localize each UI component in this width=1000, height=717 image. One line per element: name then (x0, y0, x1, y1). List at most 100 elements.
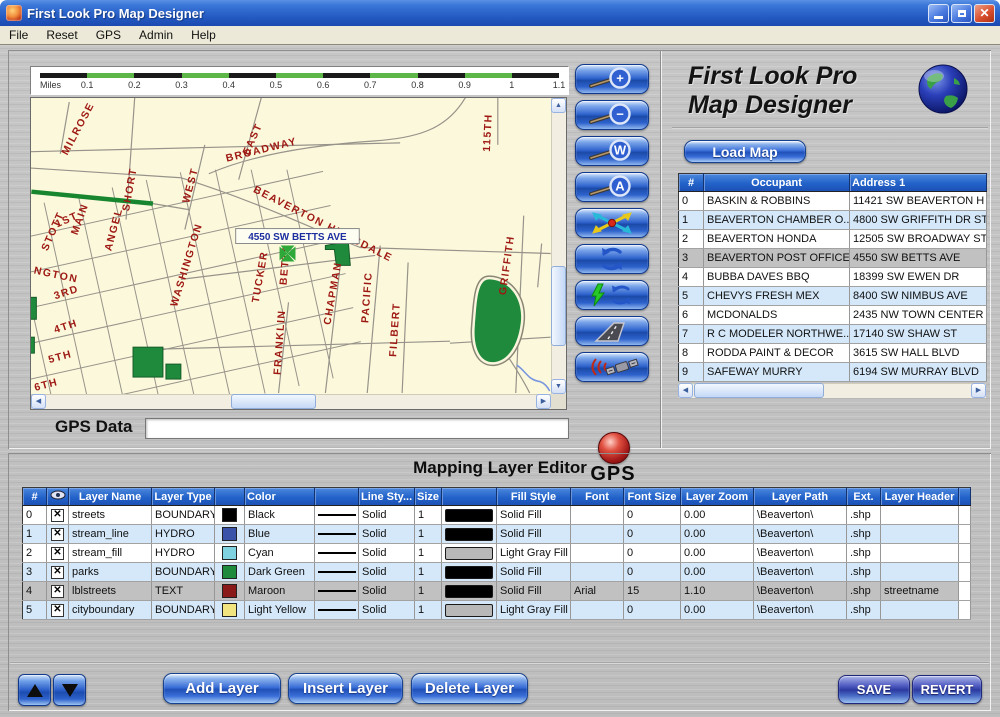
zoom-all-button[interactable]: A (575, 172, 649, 202)
scale-unit-label: Miles (40, 80, 61, 90)
layer-table-scroll-strip (959, 601, 971, 620)
pan-button[interactable] (575, 208, 649, 238)
hscroll-thumb[interactable] (231, 394, 316, 409)
occupant-address: 18399 SW EWEN DR (850, 268, 987, 287)
move-layer-up-button[interactable] (18, 674, 51, 706)
layer-visible-checkbox[interactable]: ✕ (47, 544, 69, 563)
layer-col-layer-path[interactable]: Layer Path (754, 488, 847, 506)
occupant-row[interactable]: 5CHEVYS FRESH MEX8400 SW NIMBUS AVE (679, 287, 987, 306)
zoom-out-button[interactable]: − (575, 100, 649, 130)
gps-data-input[interactable] (145, 418, 569, 439)
occupant-row[interactable]: 7R C MODELER NORTHWE...17140 SW SHAW ST (679, 325, 987, 344)
line-style-sample (318, 514, 356, 516)
layer-col-ext-[interactable]: Ext. (847, 488, 881, 506)
menu-item-gps[interactable]: GPS (87, 28, 130, 42)
layer-header (881, 525, 959, 544)
layer-col-line-sty-[interactable]: Line Sty... (359, 488, 415, 506)
occupant-row[interactable]: 3BEAVERTON POST OFFICE4550 SW BETTS AVE (679, 249, 987, 268)
zoom-in-button[interactable]: + (575, 64, 649, 94)
restore-button[interactable] (951, 4, 972, 23)
move-layer-down-button[interactable] (53, 674, 86, 706)
layer-visible-checkbox[interactable]: ✕ (47, 582, 69, 601)
layer-col-layer-name[interactable]: Layer Name (69, 488, 152, 506)
layer-col-visibility[interactable] (47, 488, 69, 506)
layer-col-layer-type[interactable]: Layer Type (152, 488, 215, 506)
layer-col-layer-header[interactable]: Layer Header (881, 488, 959, 506)
menu-item-help[interactable]: Help (182, 28, 225, 42)
layer-visible-checkbox[interactable]: ✕ (47, 563, 69, 582)
occupant-row[interactable]: 6MCDONALDS2435 NW TOWN CENTER (679, 306, 987, 325)
zoom-window-button[interactable]: W (575, 136, 649, 166)
layer-row[interactable]: 4✕lblstreetsTEXTMaroonSolid1Solid FillAr… (23, 582, 971, 601)
scroll-down-button[interactable]: ▼ (551, 379, 566, 394)
add-layer-button[interactable]: Add Layer (163, 673, 281, 704)
layer-visible-checkbox[interactable]: ✕ (47, 525, 69, 544)
layer-name: parks (69, 563, 152, 582)
close-button[interactable]: ✕ (974, 4, 995, 23)
layer-row[interactable]: 5✕cityboundaryBOUNDARYLight YellowSolid1… (23, 601, 971, 620)
fill-style-sample (445, 528, 493, 541)
occupant-row[interactable]: 8RODDA PAINT & DECOR3615 SW HALL BLVD (679, 344, 987, 363)
route-button[interactable] (575, 316, 649, 346)
layer-row[interactable]: 1✕stream_lineHYDROBlueSolid1Solid Fill00… (23, 525, 971, 544)
close-icon: ✕ (979, 7, 989, 19)
scale-tick-label: 0.6 (317, 80, 330, 90)
layer-col-font[interactable]: Font (571, 488, 624, 506)
layer-col-font-size[interactable]: Font Size (624, 488, 681, 506)
layer-col-swatch-9[interactable] (442, 488, 497, 506)
occupant-scroll-left[interactable]: ◀ (678, 383, 693, 398)
layer-row[interactable]: 3✕parksBOUNDARYDark GreenSolid1Solid Fil… (23, 563, 971, 582)
menu-item-admin[interactable]: Admin (130, 28, 182, 42)
auto-refresh-button[interactable] (575, 280, 649, 310)
occupant-row[interactable]: 2BEAVERTON HONDA12505 SW BROADWAY ST (679, 230, 987, 249)
scroll-left-button[interactable]: ◀ (31, 394, 46, 409)
layer-row[interactable]: 0✕streetsBOUNDARYBlackSolid1Solid Fill00… (23, 506, 971, 525)
layer-font-size: 15 (624, 582, 681, 601)
checkbox-checked-icon: ✕ (51, 528, 64, 541)
map-canvas[interactable]: MILROSESHORTEASTBROADWAY115THWESTBEAVERT… (31, 98, 551, 394)
scale-bar-segments (40, 73, 559, 78)
svg-text:−: − (616, 107, 624, 122)
layer-visible-checkbox[interactable]: ✕ (47, 601, 69, 620)
layer-col-swatch-6[interactable] (315, 488, 359, 506)
occupant-col-occupant[interactable]: Occupant (704, 174, 850, 192)
color-swatch (215, 544, 245, 563)
occupant-row[interactable]: 0BASKIN & ROBBINS11421 SW BEAVERTON H (679, 192, 987, 211)
occupant-row[interactable]: 9SAFEWAY MURRY6194 SW MURRAY BLVD (679, 363, 987, 382)
layer-col--[interactable]: # (23, 488, 47, 506)
delete-layer-button[interactable]: Delete Layer (411, 673, 528, 704)
scale-segment (276, 73, 323, 78)
line-style-sample (318, 571, 356, 573)
menu-item-reset[interactable]: Reset (37, 28, 86, 42)
line-style: Solid (359, 582, 415, 601)
occupant-row[interactable]: 4BUBBA DAVES BBQ18399 SW EWEN DR (679, 268, 987, 287)
occupant-scroll-right[interactable]: ▶ (971, 383, 986, 398)
layer-col-layer-zoom[interactable]: Layer Zoom (681, 488, 754, 506)
menu-item-file[interactable]: File (0, 28, 37, 42)
scroll-up-button[interactable]: ▲ (551, 98, 566, 113)
scale-tick-label: 0.3 (175, 80, 188, 90)
occupant-col-num[interactable]: # (679, 174, 704, 192)
checkbox-checked-icon: ✕ (51, 566, 64, 579)
occupant-row[interactable]: 1BEAVERTON CHAMBER O...4800 SW GRIFFITH … (679, 211, 987, 230)
scroll-right-button[interactable]: ▶ (536, 394, 551, 409)
gps-signal-button[interactable] (575, 352, 649, 382)
map-vscrollbar[interactable]: ▲ ▼ (551, 98, 566, 394)
layer-row[interactable]: 2✕stream_fillHYDROCyanSolid1Light Gray F… (23, 544, 971, 563)
vscroll-thumb[interactable] (551, 266, 566, 346)
layer-col-fill-style[interactable]: Fill Style (497, 488, 571, 506)
occupant-col-address-1[interactable]: Address 1 (850, 174, 987, 192)
refresh-button[interactable] (575, 244, 649, 274)
occupant-scroll-thumb[interactable] (694, 383, 824, 398)
map-hscrollbar[interactable]: ◀ ▶ (31, 394, 551, 409)
save-button[interactable]: SAVE (838, 675, 910, 704)
layer-visible-checkbox[interactable]: ✕ (47, 506, 69, 525)
insert-layer-button[interactable]: Insert Layer (288, 673, 403, 704)
layer-col-size[interactable]: Size (415, 488, 442, 506)
layer-col-swatch-4[interactable] (215, 488, 245, 506)
layer-col-color[interactable]: Color (245, 488, 315, 506)
occupant-hscrollbar[interactable]: ◀ ▶ (678, 383, 986, 398)
revert-button[interactable]: REVERT (912, 675, 982, 704)
minimize-button[interactable] (928, 4, 949, 23)
load-map-button[interactable]: Load Map (684, 140, 806, 163)
